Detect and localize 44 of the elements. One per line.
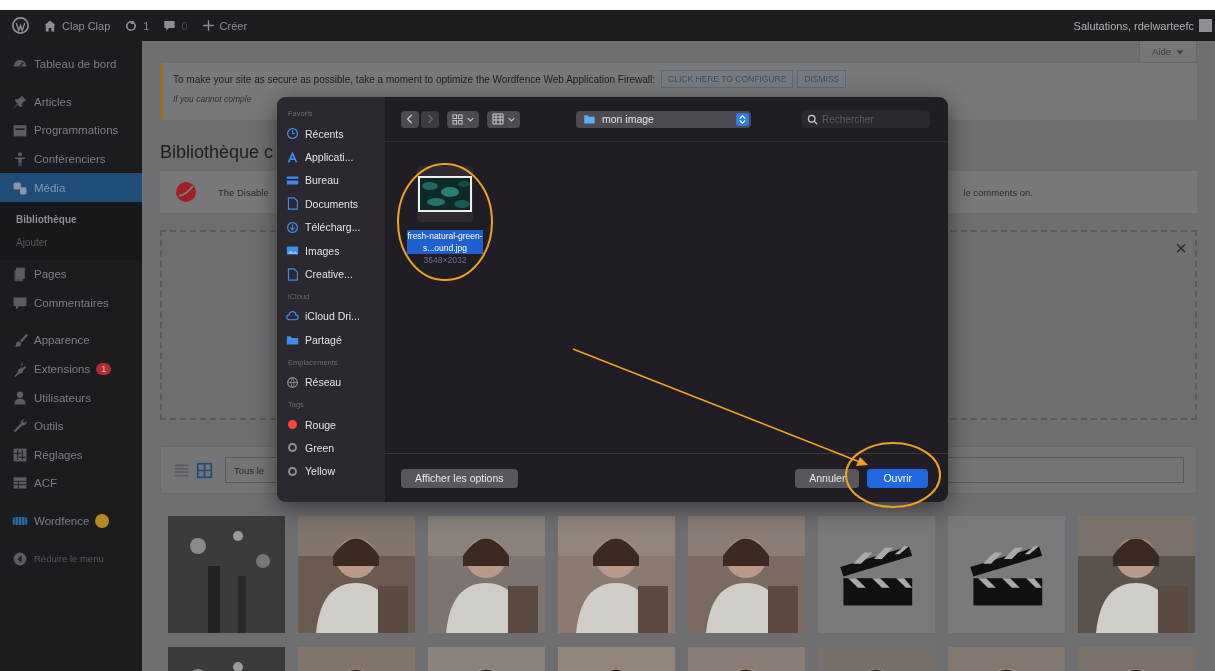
notice-note: If you cannot comple: [173, 94, 253, 104]
file-dimensions: 3648×2032: [423, 255, 467, 265]
sidebar-item[interactable]: Creative...: [286, 262, 385, 286]
submenu-item[interactable]: Bibliothèque: [0, 207, 142, 231]
account-link[interactable]: Salutations, rdelwarteefc: [1073, 19, 1212, 32]
update-count-badge: 1: [96, 363, 112, 376]
menu-item[interactable]: Articles: [0, 87, 142, 117]
create-link[interactable]: Créer: [201, 19, 248, 32]
menu-item[interactable]: Apparence: [0, 326, 142, 355]
page-title: Bibliothèque c: [160, 142, 274, 163]
options-button[interactable]: Afficher les options: [401, 468, 518, 488]
open-button[interactable]: Ouvrir: [867, 468, 928, 488]
sidebar-item[interactable]: Bureau: [286, 168, 385, 193]
file-name[interactable]: fresh-natural-green-s...ound.jpg: [407, 230, 483, 254]
location-dropdown[interactable]: mon image: [576, 110, 751, 128]
sidebar-item[interactable]: Documents: [286, 192, 385, 216]
menu-item[interactable]: Outils: [0, 411, 142, 441]
menu-item[interactable]: Wordfence: [0, 506, 142, 536]
sidebar-item[interactable]: iCloud Dri...: [286, 304, 385, 329]
sidebar-item[interactable]: Applicati...: [286, 145, 385, 169]
sidebar-item[interactable]: Partagé: [286, 328, 385, 352]
updates-link[interactable]: 1: [124, 18, 150, 33]
menu-item[interactable]: Tableau de bord: [0, 50, 142, 79]
menu-item[interactable]: Extensions 1: [0, 354, 142, 384]
menu-item[interactable]: Média: [0, 173, 142, 202]
menu-item[interactable]: Commentaires: [0, 288, 142, 318]
notice-text: le comments on.: [963, 186, 1033, 198]
menu-item[interactable]: Programmations: [0, 116, 142, 145]
menu-item[interactable]: Réglages: [0, 440, 142, 470]
menu-item[interactable]: ACF: [0, 469, 142, 498]
notice-text: To make your site as secure as possible, take a moment to optimize the Wordfence Web Application Firewall:: [173, 73, 656, 85]
menu-item[interactable]: Pages: [0, 259, 142, 289]
menu-item[interactable]: Conférenciers: [0, 144, 142, 174]
sidebar-item[interactable]: Réseau: [286, 370, 385, 394]
sidebar-item[interactable]: Images: [286, 238, 385, 263]
sidebar-item[interactable]: Rouge: [286, 412, 385, 437]
site-name-link[interactable]: Clap Clap: [43, 18, 111, 33]
sidebar-item[interactable]: Télécharg...: [286, 215, 385, 239]
sidebar-item[interactable]: Récents: [286, 122, 385, 146]
notice-text: The Disable: [218, 186, 269, 198]
menu-item[interactable]: Utilisateurs: [0, 383, 142, 412]
cancel-button[interactable]: Annuler: [795, 468, 860, 488]
close-button[interactable]: ×: [1175, 238, 1187, 258]
sidebar-item[interactable]: Green: [286, 436, 385, 460]
